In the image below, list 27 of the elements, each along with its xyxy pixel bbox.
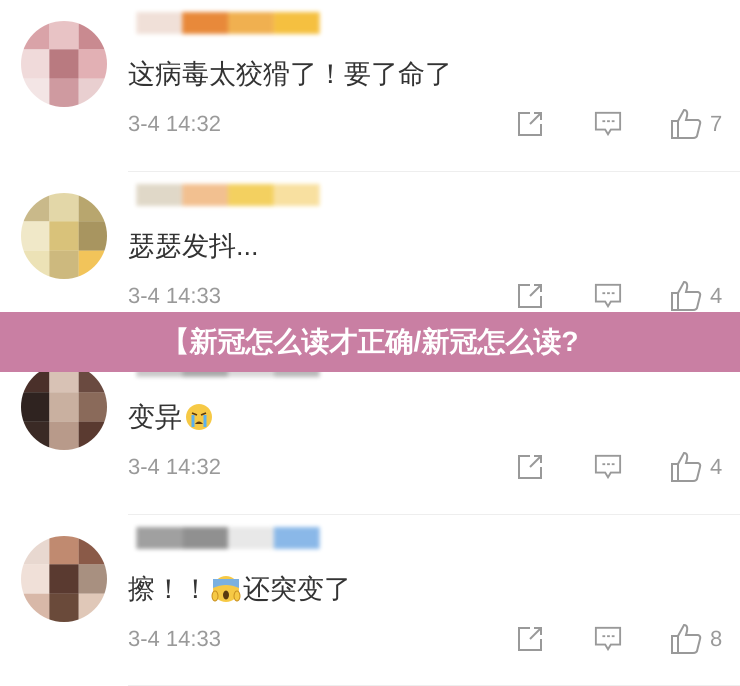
comment-icon[interactable] — [594, 453, 622, 481]
comment-text: 变异 — [128, 399, 740, 435]
crying-face-icon — [184, 402, 214, 432]
thumbs-up-icon — [670, 108, 702, 140]
title-banner: 【新冠怎么读才正确/新冠怎么读? — [0, 312, 740, 372]
comment-icon[interactable] — [594, 282, 622, 310]
share-icon[interactable] — [516, 282, 544, 310]
comment-icon[interactable] — [594, 110, 622, 138]
comment-text: 瑟瑟发抖... — [128, 230, 260, 262]
thumbs-up-icon — [670, 280, 702, 312]
comment-time: 3-4 14:32 — [128, 111, 222, 137]
comment-time: 3-4 14:33 — [128, 282, 222, 308]
thumbs-up-icon — [670, 451, 702, 483]
like-button[interactable]: 4 — [670, 280, 740, 312]
comment-text: 这病毒太狡猾了！要了命了 — [128, 58, 453, 91]
like-button[interactable]: 7 — [670, 108, 740, 140]
screaming-face-icon — [211, 574, 241, 604]
like-button[interactable]: 8 — [670, 622, 740, 654]
comment-time: 3-4 14:33 — [128, 626, 222, 652]
share-icon[interactable] — [516, 624, 544, 652]
comment-text: 擦！！ 还突变了 — [128, 572, 352, 606]
comment-time: 3-4 14:32 — [128, 454, 222, 480]
like-button[interactable]: 4 — [670, 451, 740, 483]
share-icon[interactable] — [516, 110, 544, 138]
thumbs-up-icon — [670, 622, 702, 654]
comment-icon[interactable] — [594, 624, 622, 652]
share-icon[interactable] — [516, 453, 544, 481]
